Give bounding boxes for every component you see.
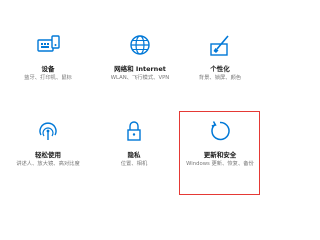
settings-tile-ease-of-access[interactable]: 轻松使用 讲述人、放大镜、高对比度 xyxy=(12,118,84,169)
tile-title: 更新和安全 xyxy=(203,151,237,159)
settings-home: 设备 蓝牙、打印机、鼠标 网络和 Internet WLAN、飞行模式、VPN … xyxy=(0,0,264,200)
tile-description: Windows 更新、恢复、备份 xyxy=(186,161,254,167)
settings-tile-network[interactable]: 网络和 Internet WLAN、飞行模式、VPN xyxy=(104,32,176,83)
globe-icon xyxy=(130,35,150,55)
tile-title: 个性化 xyxy=(210,65,230,73)
tile-title: 网络和 Internet xyxy=(114,65,166,73)
tile-description: 讲述人、放大镜、高对比度 xyxy=(16,161,80,167)
devices-icon xyxy=(37,35,60,52)
sync-icon xyxy=(211,121,230,141)
settings-tile-devices[interactable]: 设备 蓝牙、打印机、鼠标 xyxy=(12,32,84,83)
tile-title: 轻松使用 xyxy=(35,151,61,159)
settings-tile-privacy[interactable]: 隐私 位置、相机 xyxy=(98,118,170,169)
lock-icon xyxy=(127,121,141,141)
settings-tile-update-security[interactable]: 更新和安全 Windows 更新、恢复、备份 xyxy=(182,118,258,169)
tile-description: 位置、相机 xyxy=(120,161,148,167)
tile-description: 背景、锁屏、颜色 xyxy=(198,75,242,81)
tile-description: WLAN、飞行模式、VPN xyxy=(110,75,170,81)
paintbrush-icon xyxy=(210,35,229,56)
ease-of-access-icon xyxy=(39,122,57,140)
tile-description: 蓝牙、打印机、鼠标 xyxy=(24,75,72,81)
settings-tile-personalization[interactable]: 个性化 背景、锁屏、颜色 xyxy=(184,32,256,83)
tile-title: 隐私 xyxy=(127,151,141,159)
tile-title: 设备 xyxy=(41,65,55,73)
